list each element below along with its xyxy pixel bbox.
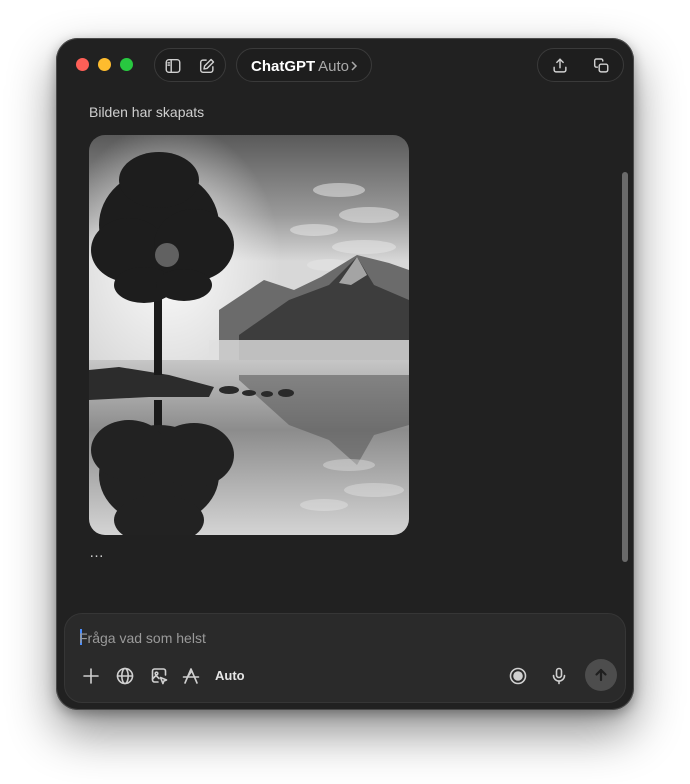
message-composer: Auto (64, 613, 626, 703)
minimize-window-button[interactable] (98, 58, 111, 71)
tools-icon (182, 668, 200, 684)
model-name: ChatGPT (251, 58, 316, 75)
sidebar-icon (165, 58, 181, 74)
chevron-right-icon (349, 59, 359, 71)
scrollbar[interactable] (622, 172, 628, 562)
web-search-button[interactable] (113, 664, 137, 688)
close-window-button[interactable] (76, 58, 89, 71)
share-button[interactable] (549, 55, 571, 77)
globe-icon (116, 667, 134, 685)
new-chat-button[interactable] (196, 55, 218, 77)
image-generated-status: Bilden har skapats (89, 104, 205, 120)
voice-mode-icon (509, 667, 527, 685)
popout-window-icon (593, 58, 609, 73)
chat-window: ChatGPT Auto Bilden har skapats … Fråga … (56, 38, 634, 710)
landscape-image (89, 135, 409, 535)
add-attachment-button[interactable] (79, 664, 103, 688)
model-selector[interactable]: ChatGPT Auto (236, 48, 372, 82)
microphone-icon (552, 667, 566, 685)
mode-label[interactable]: Auto (215, 668, 245, 683)
model-mode: Auto (318, 58, 350, 75)
voice-mode-button[interactable] (506, 664, 530, 688)
send-button[interactable] (585, 659, 617, 691)
plus-icon (83, 668, 99, 684)
image-edit-icon (151, 668, 168, 685)
sidebar-controls (154, 48, 226, 82)
arrow-up-icon (595, 668, 607, 682)
generated-image[interactable] (89, 135, 409, 535)
more-options-button[interactable]: … (89, 544, 105, 561)
zoom-window-button[interactable] (120, 58, 133, 71)
dictation-button[interactable] (547, 664, 571, 688)
window-actions (537, 48, 624, 82)
tools-button[interactable] (179, 664, 203, 688)
popout-button[interactable] (590, 55, 612, 77)
sidebar-toggle-button[interactable] (162, 55, 184, 77)
share-icon (553, 58, 567, 73)
image-tool-button[interactable] (147, 664, 171, 688)
compose-icon (199, 58, 215, 74)
message-input[interactable] (79, 628, 559, 648)
title-bar: ChatGPT Auto (56, 38, 634, 90)
